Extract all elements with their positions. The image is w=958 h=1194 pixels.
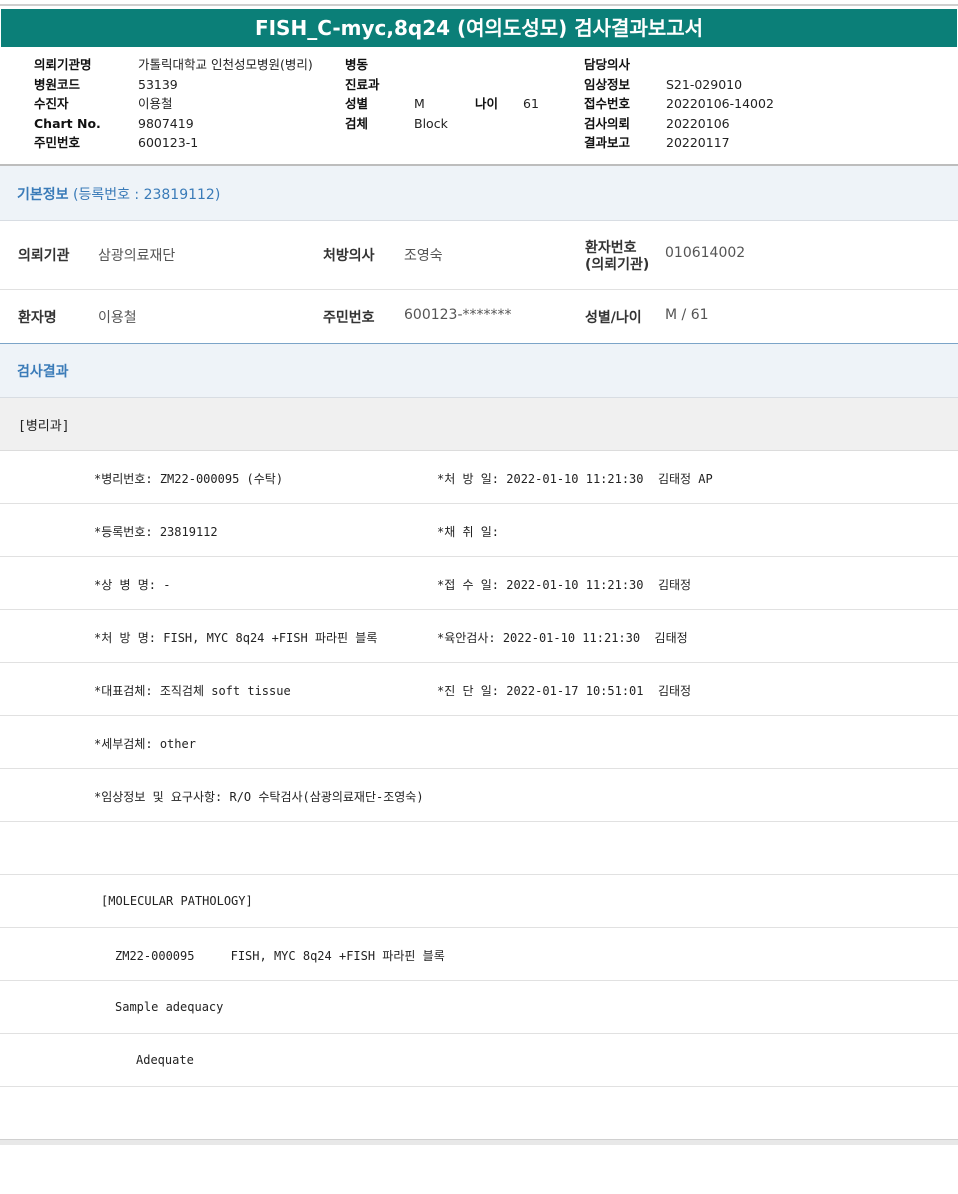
header-col1-labels: 의뢰기관명 병원코드 수진자 Chart No. 주민번호: [34, 55, 101, 153]
header-label: 검체: [345, 115, 369, 131]
top-border: [0, 4, 958, 6]
header-value: 9807419: [138, 115, 194, 131]
header-label: 병동: [345, 57, 369, 72]
header-label: 검사의뢰: [584, 115, 631, 131]
age-value: 61: [523, 96, 539, 111]
molecular-text: Adequate: [136, 1053, 194, 1067]
header-value: 이용철: [138, 96, 173, 112]
result-row: *임상정보 및 요구사항: R/O 수탁검사(삼광의료재단-조영숙): [0, 769, 958, 822]
registration-number: (등록번호 : 23819112): [72, 187, 221, 203]
header-value: 20220106-14002: [666, 96, 774, 112]
header-col3-labels: 담당의사 임상정보 접수번호 검사의뢰 결과보고: [584, 55, 630, 153]
header-value: 가톨릭대학교 인천성모병원(병리): [138, 57, 313, 72]
result-left: *임상정보 및 요구사항: R/O 수탁검사(삼광의료재단-조영숙): [94, 790, 424, 804]
department-header: [병리과]: [0, 398, 958, 451]
basic-info-row: 의뢰기관 삼광의료재단 처방의사 조영숙 환자번호 (의뢰기관) 0106140…: [0, 221, 958, 290]
molecular-row: Adequate: [0, 1034, 958, 1087]
bottom-border: [0, 1139, 958, 1145]
result-left: *병리번호: ZM22-000095 (수탁): [94, 472, 284, 486]
age-label: 나이: [475, 96, 499, 111]
header-value: [666, 55, 774, 75]
header-value: 600123-1: [138, 135, 199, 151]
header-col2-labels: 병동 진료과 성별 검체: [345, 55, 380, 133]
patient-number-sublabel: (의뢰기관): [585, 257, 650, 273]
header-label: Chart No.: [34, 115, 101, 131]
result-right: *육안검사: 2022-01-10 11:21:30 김태정: [437, 631, 688, 645]
result-left: *상 병 명: -: [94, 578, 171, 592]
department-label: [병리과]: [18, 419, 70, 434]
result-row-empty: [0, 822, 958, 875]
result-row: *처 방 명: FISH, MYC 8q24 +FISH 파라핀 블록 *육안검…: [0, 610, 958, 663]
result-section-header: 검사결과: [0, 344, 958, 398]
result-left: *대표검체: 조직검체 soft tissue: [94, 684, 291, 698]
report-title: FISH_C-myc,8q24 (여의도성모) 검사결과보고서: [1, 9, 957, 47]
molecular-row: Sample adequacy: [0, 981, 958, 1034]
basic-info-row: 환자명 이용철 주민번호 600123-******* 성별/나이 M / 61: [0, 290, 958, 343]
molecular-text: Sample adequacy: [115, 1000, 224, 1014]
result-row: *등록번호: 23819112 *채 취 일:: [0, 504, 958, 557]
result-row: *세부검체: other: [0, 716, 958, 769]
result-row: *대표검체: 조직검체 soft tissue *진 단 일: 2022-01-…: [0, 663, 958, 716]
molecular-row: [MOLECULAR PATHOLOGY]: [0, 875, 958, 928]
molecular-text: [MOLECULAR PATHOLOGY]: [101, 894, 253, 908]
patient-name-value: 이용철: [98, 310, 137, 326]
header-col3-values: S21-029010 20220106-14002 20220106 20220…: [666, 55, 774, 153]
result-left: *처 방 명: FISH, MYC 8q24 +FISH 파라핀 블록: [94, 631, 378, 645]
header-value: M: [414, 96, 425, 112]
patient-name-label: 환자명: [18, 310, 57, 326]
result-right: *진 단 일: 2022-01-17 10:51:01 김태정: [437, 684, 692, 698]
header-label: 성별: [345, 96, 369, 112]
header-label: 주민번호: [34, 135, 81, 151]
header-label: 의뢰기관명: [34, 57, 92, 72]
prescriber-label: 처방의사: [323, 248, 375, 264]
header-label: 진료과: [345, 76, 380, 92]
header-value: 53139: [138, 76, 178, 92]
sex-age-label: 성별/나이: [585, 310, 642, 326]
header-value: 20220117: [666, 135, 730, 151]
header-value: S21-029010: [666, 76, 743, 92]
header-label: 결과보고: [584, 135, 631, 151]
result-right: *채 취 일:: [437, 525, 500, 539]
result-title: 검사결과: [17, 364, 69, 380]
header-label: 병원코드: [34, 76, 81, 92]
resident-number-value: 600123-*******: [404, 307, 512, 323]
header-value: [414, 55, 448, 75]
resident-number-label: 주민번호: [323, 310, 375, 326]
result-right: *처 방 일: 2022-01-10 11:21:30 김태정 AP: [437, 472, 713, 486]
result-right: *접 수 일: 2022-01-10 11:21:30 김태정: [437, 578, 692, 592]
header-value: Block: [414, 115, 448, 131]
sex-age-value: M / 61: [665, 307, 709, 323]
result-left: *세부검체: other: [94, 737, 196, 751]
header-label: 접수번호: [584, 96, 631, 112]
referral-org-value: 삼광의료재단: [98, 248, 176, 264]
referral-org-label: 의뢰기관: [18, 248, 70, 264]
basic-info-title: 기본정보 (등록번호 : 23819112): [17, 187, 221, 203]
molecular-text: ZM22-000095 FISH, MYC 8q24 +FISH 파라핀 블록: [115, 949, 445, 963]
header-label: 수진자: [34, 96, 69, 112]
header-label: 임상정보: [584, 76, 631, 92]
patient-number-value: 010614002: [665, 245, 746, 261]
header-label: 담당의사: [584, 57, 631, 72]
header-value: [414, 75, 448, 95]
header-value: 20220106: [666, 115, 730, 131]
basic-info-section-header: 기본정보 (등록번호 : 23819112): [0, 166, 958, 221]
result-row: *상 병 명: - *접 수 일: 2022-01-10 11:21:30 김태…: [0, 557, 958, 610]
result-left: *등록번호: 23819112: [94, 525, 218, 539]
prescriber-value: 조영숙: [404, 248, 443, 264]
header-col2-values: M Block: [414, 55, 448, 133]
result-row: *병리번호: ZM22-000095 (수탁) *처 방 일: 2022-01-…: [0, 451, 958, 504]
header-col1-values: 가톨릭대학교 인천성모병원(병리) 53139 이용철 9807419 6001…: [138, 55, 313, 153]
molecular-row: ZM22-000095 FISH, MYC 8q24 +FISH 파라핀 블록: [0, 928, 958, 981]
